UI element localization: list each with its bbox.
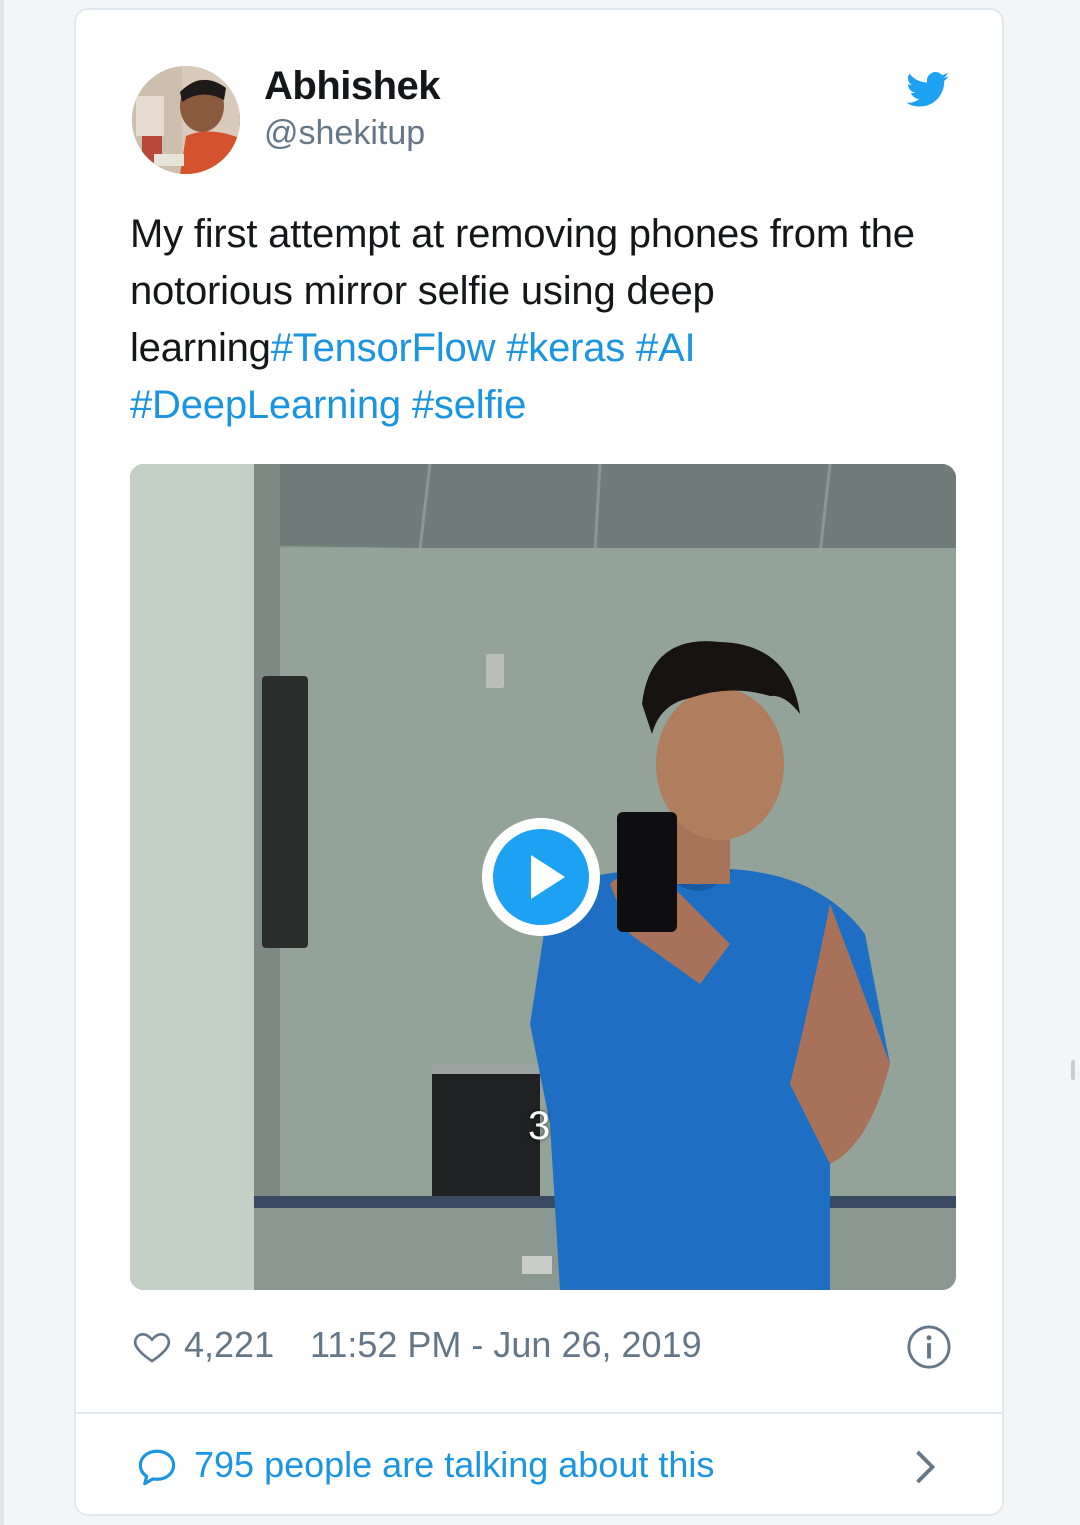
avatar[interactable] <box>132 66 240 174</box>
talking-text[interactable]: 795 people are talking about this <box>194 1444 714 1486</box>
tweet-meta: 4,221 11:52 PM - Jun 26, 2019 <box>130 1320 960 1376</box>
heart-icon[interactable] <box>132 1326 172 1366</box>
tweet-card: Abhishek @shekitup My first attempt at r… <box>74 8 1004 1516</box>
hashtag-deeplearning[interactable]: #DeepLearning <box>130 383 401 427</box>
hashtag-ai[interactable]: #AI <box>636 326 696 370</box>
chevron-right-icon[interactable] <box>910 1448 940 1486</box>
author-handle[interactable]: @shekitup <box>264 114 425 153</box>
avatar-photo <box>132 66 240 174</box>
video-counter: 3 <box>528 1104 551 1148</box>
video-thumbnail[interactable]: 3 <box>130 464 956 1290</box>
hashtag-keras[interactable]: #keras <box>506 326 625 370</box>
play-icon <box>531 855 565 899</box>
play-circle <box>493 829 589 925</box>
scroll-indicator[interactable] <box>1071 1060 1075 1080</box>
hashtag-selfie[interactable]: #selfie <box>412 383 526 427</box>
divider <box>76 1412 1002 1414</box>
twitter-bird-icon[interactable] <box>906 72 950 108</box>
like-count[interactable]: 4,221 <box>184 1324 274 1366</box>
play-button[interactable] <box>482 818 600 936</box>
info-icon[interactable] <box>906 1324 952 1370</box>
tweet-text: My first attempt at removing phones from… <box>130 206 950 434</box>
hashtag-tensorflow[interactable]: #TensorFlow <box>271 326 496 370</box>
timestamp[interactable]: 11:52 PM - Jun 26, 2019 <box>310 1324 702 1366</box>
page-edge <box>0 0 4 1525</box>
speech-bubble-icon <box>138 1449 176 1486</box>
conversation-link[interactable]: 795 people are talking about this <box>130 1436 960 1496</box>
author-name[interactable]: Abhishek <box>264 64 441 109</box>
